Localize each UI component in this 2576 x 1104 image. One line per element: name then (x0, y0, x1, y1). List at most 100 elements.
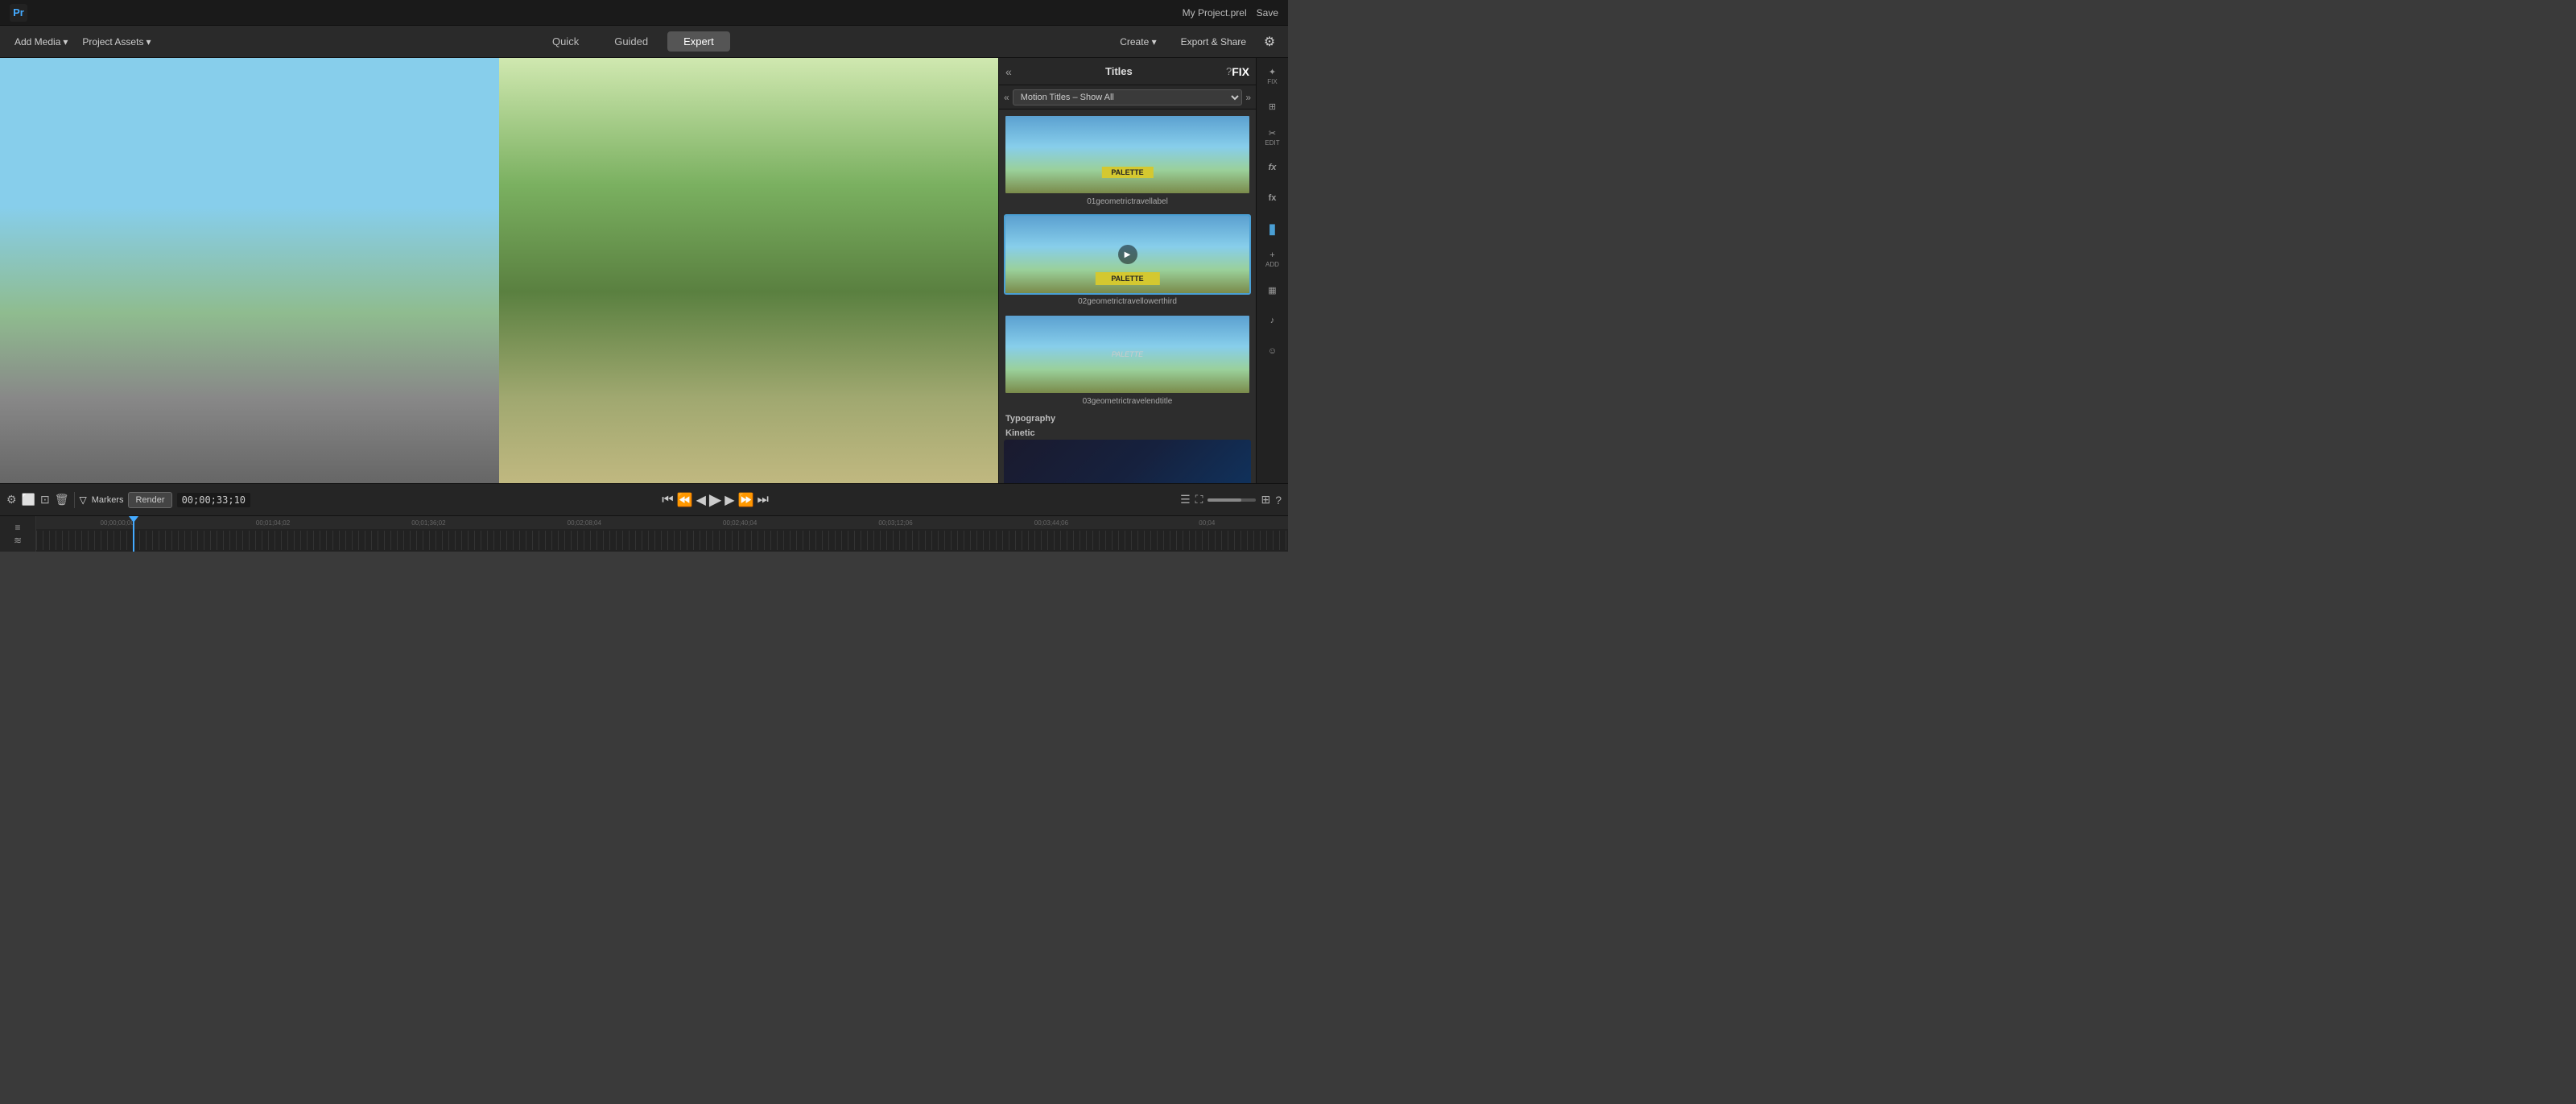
preview-images (0, 58, 998, 483)
play-button[interactable]: ▶ (709, 490, 721, 510)
timeline-help-icon[interactable]: ? (1275, 494, 1282, 507)
timeline-view-icon[interactable]: ⬜ (22, 493, 35, 507)
playhead (133, 516, 134, 552)
frame-forward-button[interactable]: ▶ (724, 492, 734, 508)
ruler-mark-1: 00;01;04;02 (195, 519, 350, 527)
step-back-button[interactable]: ⏪ (677, 492, 693, 508)
iconbar-adjust[interactable]: ⊞ (1258, 92, 1287, 121)
panel-filter-row: « Motion Titles – Show All » (999, 85, 1256, 110)
timeline-delete-icon[interactable]: 🗑 (55, 493, 69, 507)
export-button[interactable]: Export & Share (1171, 32, 1256, 52)
title-thumb-label-2: PALETTE (1095, 272, 1159, 285)
waveform-area (36, 531, 1288, 550)
frame-back-button[interactable]: ◀ (696, 492, 706, 508)
preview-area (0, 58, 998, 483)
color-icon: ▮ (1269, 221, 1277, 238)
fx-b-icon: fx (1269, 193, 1277, 203)
filter-nav-right[interactable]: » (1245, 92, 1251, 103)
save-button[interactable]: Save (1257, 7, 1278, 19)
fix-icon: ✦ (1269, 67, 1276, 77)
iconbar-emoji[interactable]: ☺ (1258, 337, 1287, 366)
top-bar-right: My Project.prel Save (1183, 7, 1278, 19)
mode-expert[interactable]: Expert (667, 31, 730, 52)
iconbar-fx-b[interactable]: fx (1258, 184, 1287, 213)
timeline-tool-1[interactable]: ≡ (14, 522, 20, 533)
timecode: 00;00;33;10 (177, 493, 250, 507)
panel-help-button[interactable]: ? (1226, 65, 1232, 77)
ruler-mark-0: 00;00;00;00 (39, 519, 195, 527)
timeline-separator-1 (74, 492, 75, 508)
project-assets-label: Project Assets (82, 36, 143, 48)
timeline-tool-2[interactable]: ≋ (14, 535, 22, 546)
markers-label: ▽ (80, 494, 87, 506)
ruler-mark-2: 00;01;36;02 (351, 519, 506, 527)
play-icon-overlay[interactable]: ▶ (1118, 245, 1137, 264)
fx-a-icon: fx (1269, 163, 1277, 172)
panel-nav-right[interactable]: FIX (1232, 65, 1249, 78)
filter-dropdown[interactable]: Motion Titles – Show All (1013, 89, 1243, 105)
section-typography: Typography (1005, 414, 1249, 424)
title-card-3[interactable]: PALETTE 03geometrictravelendtitle (1004, 314, 1251, 406)
playback-controls: ⏮ ⏪ ◀ ▶ ▶ ⏩ ⏭ (662, 490, 769, 510)
volume-slider[interactable] (1208, 498, 1256, 502)
mode-quick[interactable]: Quick (536, 31, 595, 52)
create-chevron-icon: ▾ (1152, 36, 1157, 48)
render-button[interactable]: Render (128, 492, 171, 508)
mode-switcher: Quick Guided Expert (162, 31, 1104, 52)
title-name-3: 03geometrictravelendtitle (1004, 397, 1251, 406)
goto-start-button[interactable]: ⏮ (662, 493, 673, 507)
iconbar-edit[interactable]: ✂ EDIT (1258, 122, 1287, 151)
create-label: Create (1120, 36, 1149, 48)
scissors-icon: ✂ (1269, 128, 1276, 139)
project-assets-button[interactable]: Project Assets ▾ (77, 33, 155, 51)
icon-bar: ✦ FIX ⊞ ✂ EDIT fx fx ▮ + ADD ▦ ♪ ☺ (1256, 58, 1288, 483)
create-button[interactable]: Create ▾ (1110, 32, 1166, 52)
timeline-snap-icon[interactable]: ⊡ (40, 493, 50, 507)
iconbar-film[interactable]: ▦ (1258, 275, 1287, 304)
adjust-icon: ⊞ (1269, 101, 1276, 112)
timeline-menu-icon[interactable]: ☰ (1180, 493, 1191, 507)
title-card-2[interactable]: PALETTE ▶ 02geometrictravellowerthird (1004, 214, 1251, 306)
settings-icon[interactable]: ⚙ (1261, 33, 1278, 51)
iconbar-music[interactable]: ♪ (1258, 306, 1287, 335)
title-card-1[interactable]: PALETTE 01geometrictravellabel (1004, 114, 1251, 206)
add-media-button[interactable]: Add Media ▾ (10, 33, 72, 51)
ruler-mark-6: 00;03;44;06 (973, 519, 1129, 527)
section-kinetic: Kinetic (1005, 428, 1249, 438)
right-panel: « Titles ? FIX « Motion Titles – Show Al… (998, 58, 1256, 483)
title-name-1: 01geometrictravellabel (1004, 197, 1251, 206)
timeline-row: ≡ ≋ 00;00;00;00 00;01;04;02 00;01;36;02 … (0, 515, 1288, 552)
timeline-ruler: 00;00;00;00 00;01;04;02 00;01;36;02 00;0… (36, 516, 1288, 529)
timeline-zoom-icon[interactable]: ⊞ (1261, 493, 1270, 507)
title-thumbnail-1[interactable]: PALETTE (1004, 114, 1251, 195)
toolbar: Add Media ▾ Project Assets ▾ Quick Guide… (0, 26, 1288, 58)
kinetic-thumbnail[interactable] (1004, 440, 1251, 483)
timeline-fullscreen-icon[interactable]: ⛶ (1195, 493, 1203, 507)
timeline-track: 00;00;00;00 00;01;04;02 00;01;36;02 00;0… (36, 516, 1288, 552)
export-label: Export & Share (1181, 36, 1246, 48)
emoji-icon: ☺ (1268, 346, 1277, 356)
timeline-settings-icon[interactable]: ⚙ (6, 493, 17, 507)
music-icon: ♪ (1270, 316, 1275, 325)
iconbar-add[interactable]: + ADD (1258, 245, 1287, 274)
ruler-mark-5: 00;03;12;06 (818, 519, 973, 527)
panel-content: PALETTE 01geometrictravellabel PALETTE ▶… (999, 110, 1256, 483)
iconbar-color[interactable]: ▮ (1258, 214, 1287, 243)
ruler-marks: 00;00;00;00 00;01;04;02 00;01;36;02 00;0… (36, 519, 1288, 527)
filter-nav-left[interactable]: « (1004, 92, 1009, 103)
title-thumb-bg-3: PALETTE (1005, 316, 1249, 393)
ruler-mark-4: 00;02;40;04 (663, 519, 818, 527)
step-forward-button[interactable]: ⏩ (738, 492, 754, 508)
title-thumbnail-3[interactable]: PALETTE (1004, 314, 1251, 395)
top-bar-left: Pr (10, 4, 27, 22)
preview-left (0, 58, 499, 483)
iconbar-fx-a[interactable]: fx (1258, 153, 1287, 182)
top-bar: Pr My Project.prel Save (0, 0, 1288, 26)
iconbar-fix[interactable]: ✦ FIX (1258, 61, 1287, 90)
title-thumbnail-2[interactable]: PALETTE ▶ (1004, 214, 1251, 295)
goto-end-button[interactable]: ⏭ (758, 493, 769, 507)
ruler-mark-3: 00;02;08;04 (506, 519, 662, 527)
playhead-triangle (129, 516, 138, 523)
mode-guided[interactable]: Guided (598, 31, 664, 52)
panel-nav-left[interactable]: « (1005, 65, 1012, 78)
